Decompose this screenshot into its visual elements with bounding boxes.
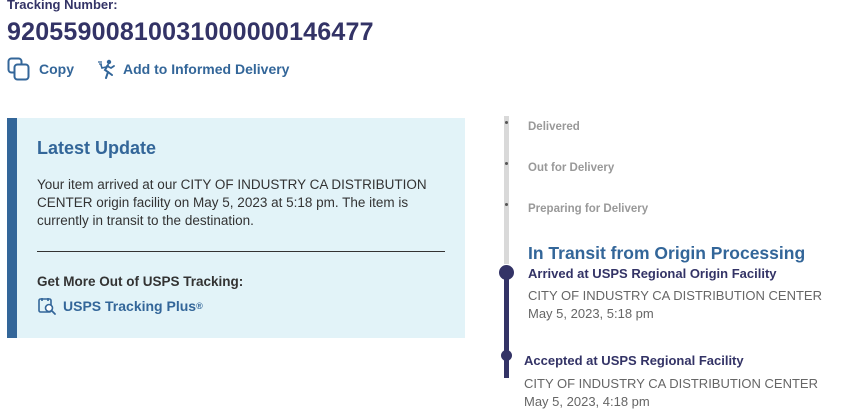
- timeline-step-marker: [505, 162, 508, 165]
- step-out-for-delivery: Out for Delivery: [528, 162, 615, 174]
- step-delivered: Delivered: [528, 121, 580, 133]
- timeline-step-marker: [505, 121, 508, 124]
- timeline-rail-pending: [504, 116, 509, 264]
- current-status-heading: In Transit from Origin Processing: [528, 243, 806, 263]
- timeline-event-marker: [501, 350, 512, 361]
- event-time: May 5, 2023, 4:18 pm: [524, 394, 650, 409]
- event-title: Arrived at USPS Regional Origin Facility: [528, 266, 777, 281]
- event-location: CITY OF INDUSTRY CA DISTRIBUTION CENTER: [528, 288, 822, 303]
- timeline-step-marker: [505, 203, 508, 206]
- event-time: May 5, 2023, 5:18 pm: [528, 306, 654, 321]
- step-preparing-for-delivery: Preparing for Delivery: [528, 203, 649, 215]
- timeline-rail-completed: [504, 270, 509, 378]
- event-location: CITY OF INDUSTRY CA DISTRIBUTION CENTER: [524, 376, 818, 391]
- event-title: Accepted at USPS Regional Facility: [524, 353, 744, 368]
- timeline-current-marker: [499, 265, 514, 280]
- tracking-timeline: Delivered Out for Delivery Preparing for…: [0, 0, 862, 413]
